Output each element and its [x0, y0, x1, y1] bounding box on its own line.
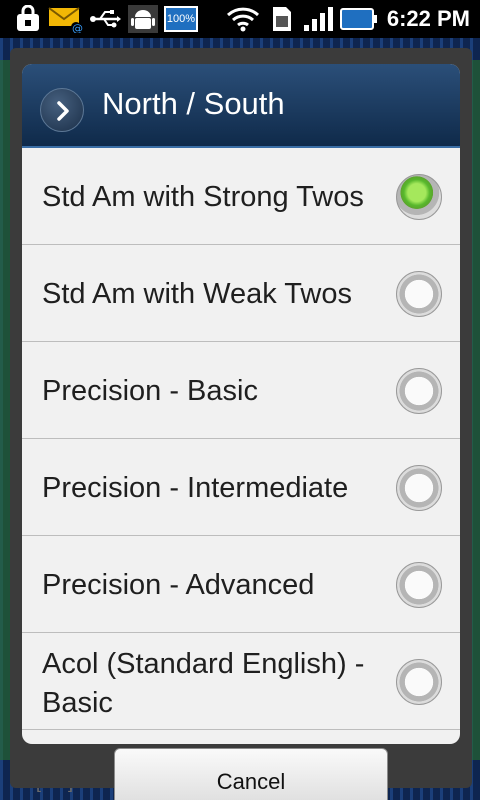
- radio-unselected-icon[interactable]: [396, 659, 442, 705]
- bidding-system-dialog: North / South Std Am with Strong Twos St…: [10, 48, 472, 800]
- list-item-std-am-weak-twos[interactable]: Std Am with Weak Twos: [22, 245, 460, 342]
- sim-icon: [273, 7, 291, 31]
- list-item-precision-basic[interactable]: Precision - Basic: [22, 342, 460, 439]
- dialog-title-bar: North / South: [22, 64, 460, 148]
- battery-percent-text: 100%: [166, 13, 196, 25]
- cancel-button[interactable]: Cancel: [114, 748, 388, 800]
- usb-icon: [90, 10, 121, 28]
- list-item-label: Precision - Basic: [42, 374, 258, 407]
- battery-box-icon: 100%: [164, 6, 198, 32]
- signal-icon: [304, 7, 333, 31]
- battery-icon: [340, 8, 377, 30]
- radio-selected-icon[interactable]: [396, 174, 442, 220]
- chevron-right-button[interactable]: [40, 88, 84, 132]
- list-item-precision-intermediate[interactable]: Precision - Intermediate: [22, 439, 460, 536]
- status-bar: @ 100% 6:22 PM: [0, 0, 480, 38]
- list-item-label: Precision - Intermediate: [42, 471, 349, 504]
- radio-unselected-icon[interactable]: [396, 562, 442, 608]
- list-item-label: Std Am with Weak Twos: [42, 277, 352, 310]
- clock: 6:22 PM: [386, 6, 470, 31]
- option-list[interactable]: Std Am with Strong Twos Std Am with Weak…: [22, 148, 460, 744]
- dialog-panel: North / South Std Am with Strong Twos St…: [22, 64, 460, 744]
- list-item-acol-basic[interactable]: Acol (Standard English) - Basic: [22, 633, 460, 730]
- list-item-label: Acol (Standard English) - Basic: [42, 648, 365, 719]
- list-item-label: Std Am with Strong Twos: [42, 180, 364, 213]
- lock-bag-icon: [17, 5, 39, 31]
- list-item-precision-advanced[interactable]: Precision - Advanced: [22, 536, 460, 633]
- mail-icon: @: [48, 7, 83, 33]
- background-strip-left: [0, 60, 10, 760]
- wifi-icon: [226, 7, 260, 32]
- list-item-label: Precision - Advanced: [42, 568, 315, 601]
- radio-unselected-icon[interactable]: [396, 368, 442, 414]
- chevron-right-icon: [57, 101, 69, 121]
- dialog-title: North / South: [102, 86, 285, 121]
- radio-unselected-icon[interactable]: [396, 271, 442, 317]
- radio-unselected-icon[interactable]: [396, 465, 442, 511]
- android-icon: [128, 5, 158, 33]
- list-item-std-am-strong-twos[interactable]: Std Am with Strong Twos: [22, 148, 460, 245]
- svg-text:@: @: [72, 22, 83, 33]
